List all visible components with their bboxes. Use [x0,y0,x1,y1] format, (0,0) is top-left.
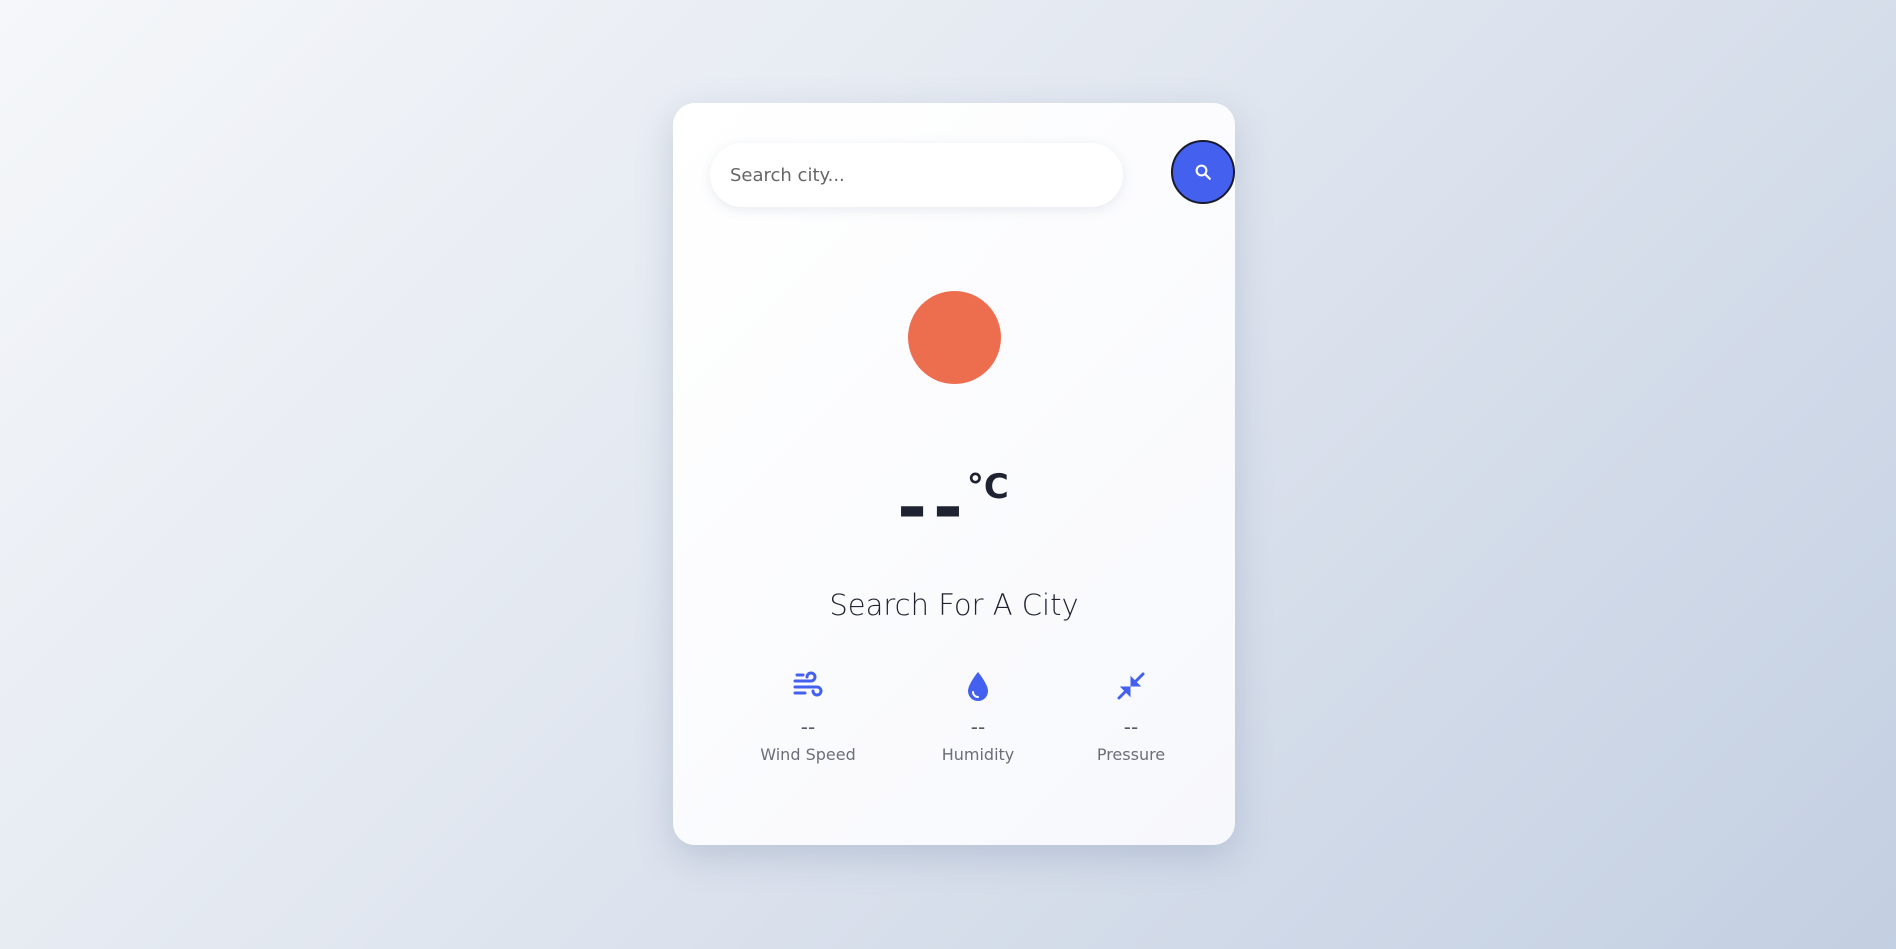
sun-icon [908,291,1001,384]
stat-wind-speed: -- Wind Speed [728,669,888,764]
city-name: Search For A City [829,588,1079,622]
compress-icon [1117,672,1145,700]
weather-card: --°C Search For A City -- Wind Speed -- … [673,103,1235,845]
temperature-unit: °C [966,467,1009,507]
search-bar [710,139,1235,209]
stat-label: Wind Speed [760,745,856,764]
stat-value: -- [800,715,816,739]
search-icon [1195,164,1211,180]
stat-value: -- [1123,715,1139,739]
search-button[interactable] [1171,140,1235,204]
stat-label: Pressure [1096,745,1166,764]
weather-stats: -- Wind Speed -- Humidity -- Pressure [673,669,1235,789]
stat-value: -- [970,715,986,739]
wind-icon [793,671,823,697]
stat-label: Humidity [941,745,1015,764]
temperature-display: --°C [673,463,1235,549]
stat-humidity: -- Humidity [898,669,1058,764]
stat-pressure: -- Pressure [1051,669,1211,764]
search-input[interactable] [710,143,1123,207]
droplet-icon [968,672,988,701]
temperature-value: -- [897,465,969,549]
